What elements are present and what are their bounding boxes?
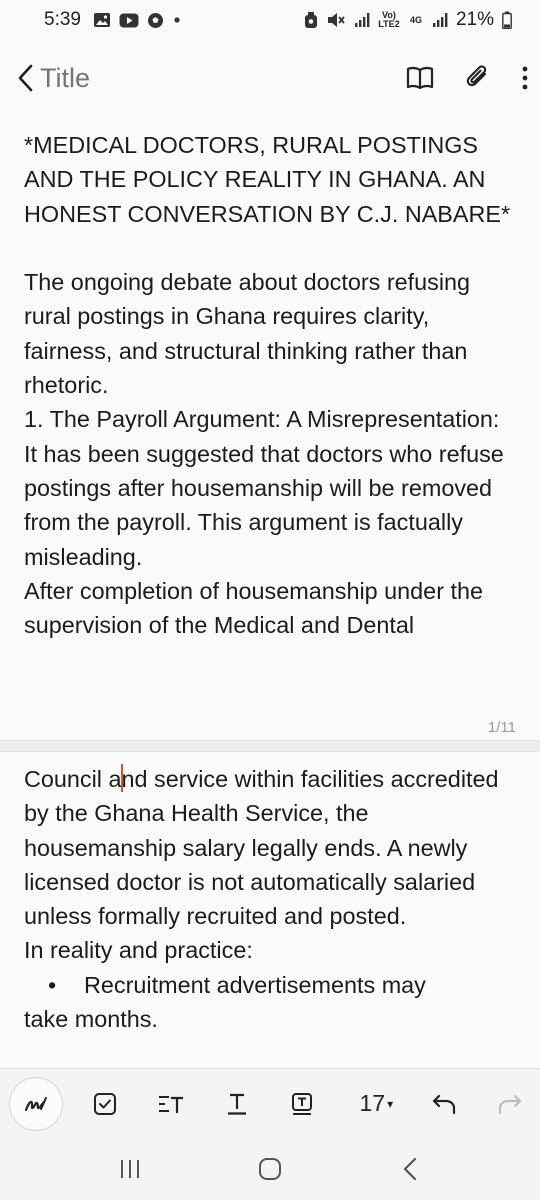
text-box-icon [292, 1092, 313, 1115]
back-button[interactable] [16, 50, 34, 106]
redo-icon [498, 1094, 522, 1114]
text-before-cursor: Council a [24, 766, 122, 792]
back-icon [403, 1157, 417, 1181]
alarm-icon [304, 11, 318, 29]
bullet-text-continued: take months. [24, 1006, 158, 1033]
4g-icon: 4G [409, 14, 422, 25]
battery-level: 21% [455, 9, 494, 30]
paragraph: Council and service within facilities ac… [24, 762, 516, 933]
signal-icon [354, 12, 370, 28]
notification-dot-icon [172, 15, 182, 25]
attach-button[interactable] [452, 52, 504, 104]
note-body-page-2[interactable]: Council and service within facilities ac… [0, 752, 540, 1036]
title-input[interactable] [40, 62, 394, 94]
font-size-selector[interactable]: 17 ▾ [346, 1077, 406, 1131]
text-style-button[interactable] [207, 1077, 267, 1131]
book-icon [406, 66, 434, 90]
battery-icon [502, 11, 512, 29]
back-arrow-icon [18, 64, 33, 92]
text-box-button[interactable] [273, 1077, 333, 1131]
undo-button[interactable] [414, 1077, 474, 1131]
font-size-value: 17 [359, 1090, 386, 1116]
youtube-icon [119, 13, 139, 28]
status-bar: 5:39 Vo) LTE2 4G 21% [0, 0, 540, 40]
paragraph: It has been suggested that doctors who r… [24, 440, 511, 570]
redo-button[interactable] [480, 1077, 540, 1131]
text-format-button[interactable] [141, 1077, 201, 1131]
clock: 5:39 [44, 9, 81, 30]
system-nav-bar [0, 1138, 540, 1200]
chevron-down-icon: ▾ [387, 1096, 394, 1111]
status-right: Vo) LTE2 4G 21% [304, 9, 512, 31]
note-body-page-1[interactable]: *MEDICAL DOCTORS, RURAL POSTINGS AND THE… [0, 116, 540, 642]
attach-icon [466, 65, 487, 87]
home-button[interactable] [240, 1144, 300, 1194]
handwriting-icon [24, 1096, 47, 1111]
signal-icon-2 [432, 12, 448, 28]
text-style-icon [227, 1093, 246, 1115]
home-icon [259, 1158, 281, 1180]
app-bar [0, 40, 540, 116]
mute-icon [326, 11, 346, 29]
note-heading: *MEDICAL DOCTORS, RURAL POSTINGS AND THE… [24, 132, 511, 227]
reading-mode-button[interactable] [394, 52, 446, 104]
status-left: 5:39 [44, 9, 182, 31]
app-bar-actions [394, 52, 540, 104]
checkbox-button[interactable] [75, 1077, 135, 1131]
recents-icon [121, 1160, 139, 1178]
more-icon [522, 66, 528, 90]
paragraph: After completion of housemanship under t… [24, 577, 490, 639]
note-page-1[interactable]: *MEDICAL DOCTORS, RURAL POSTINGS AND THE… [0, 116, 540, 740]
bullet-symbol: • [48, 971, 57, 998]
paragraph: In reality and practice: [24, 937, 253, 964]
football-icon [147, 12, 164, 29]
volte-icon: Vo) LTE2 [378, 10, 400, 29]
bullet-text: Recruitment advertisements may [84, 971, 426, 998]
page-divider [0, 740, 540, 752]
checkbox-icon [93, 1092, 116, 1115]
note-page-2[interactable]: Council and service within facilities ac… [0, 752, 540, 1068]
text-format-icon [158, 1095, 183, 1113]
paragraph: The ongoing debate about doctors refusin… [24, 269, 477, 399]
nav-back-button[interactable] [380, 1144, 440, 1194]
editor-toolbar: 17 ▾ [0, 1068, 540, 1138]
more-options-button[interactable] [510, 52, 540, 104]
gallery-icon [93, 12, 111, 28]
bullet-item: • Recruitment advertisements may [24, 968, 516, 1002]
handwriting-button[interactable] [9, 1076, 63, 1131]
section-title: 1. The Payroll Argument: A Misrepresenta… [24, 406, 500, 433]
page-number: 1/11 [487, 719, 516, 736]
undo-icon [433, 1094, 456, 1114]
recents-button[interactable] [100, 1144, 160, 1194]
